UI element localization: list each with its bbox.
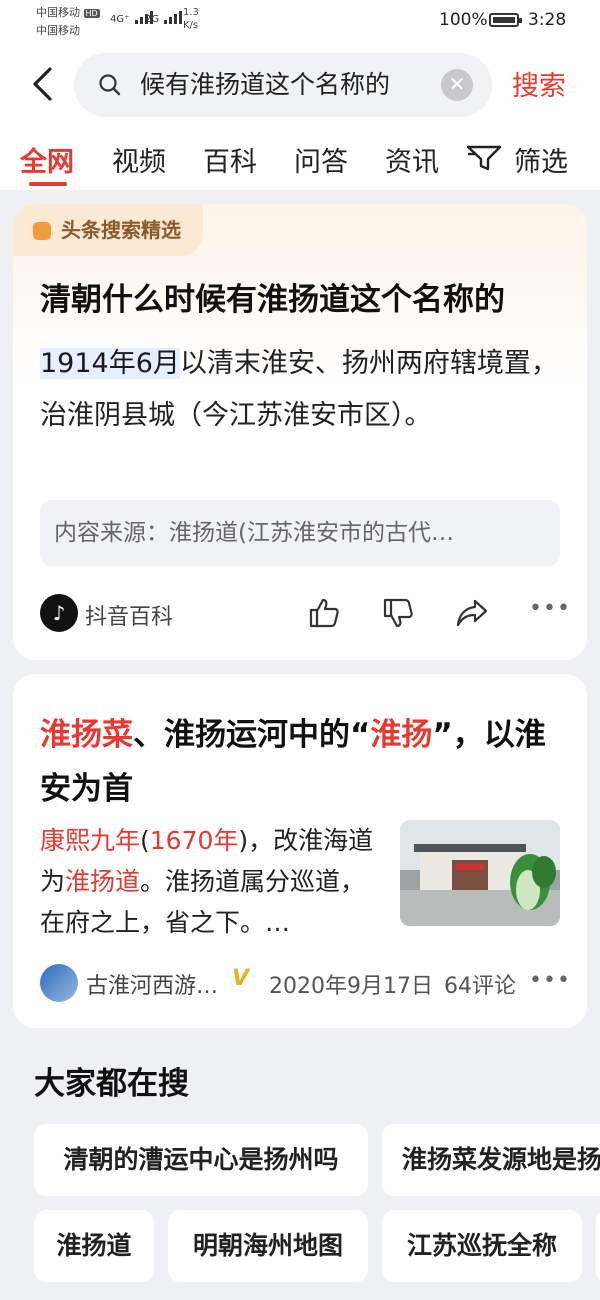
- thumbs-down-icon[interactable]: [381, 596, 415, 630]
- search-button[interactable]: 搜索: [512, 64, 566, 103]
- carrier-2: 中国移动: [36, 24, 80, 37]
- speed-value: 1.3: [183, 7, 199, 18]
- more-options-icon[interactable]: •••: [529, 968, 571, 993]
- publish-date: 2020年9月17日: [269, 974, 433, 999]
- content-source[interactable]: 内容来源：淮扬道(江苏淮安市的古代…: [40, 500, 560, 566]
- battery-fill: [493, 17, 515, 23]
- signal-2-label: 2G: [145, 14, 160, 25]
- summary-keyword-3: 淮扬道: [65, 867, 141, 896]
- more-options-icon[interactable]: •••: [529, 596, 571, 621]
- answer-text: 1914年6月以清末淮安、扬州两府辖境置，治淮阴县城（今江苏淮安市区）。: [40, 338, 560, 442]
- summary-keyword-1: 康熙九年: [40, 826, 141, 855]
- top-bar: 中国移动 HD 中国移动 4G⁺ 2G 1.3 K/s 100% 3:28 ✕ …: [0, 0, 600, 190]
- title-keyword-1: 淮扬菜: [40, 717, 133, 753]
- article-title[interactable]: 淮扬菜、淮扬运河中的“淮扬”，以淮安为首: [40, 708, 570, 816]
- status-bar: 中国移动 HD 中国移动 4G⁺ 2G 1.3 K/s 100% 3:28: [0, 0, 600, 44]
- answer-highlight: 1914年6月: [40, 348, 180, 379]
- tab-encyclopedia[interactable]: 百科: [203, 140, 257, 179]
- popular-search-chip[interactable]: 淮扬菜发源地是扬: [382, 1124, 600, 1196]
- battery-icon: [489, 13, 522, 27]
- article-thumbnail[interactable]: [400, 820, 560, 926]
- speed-unit: K/s: [183, 20, 199, 31]
- popular-search-chip[interactable]: 清朝的漕运中心是扬州吗: [34, 1124, 368, 1196]
- badge-label: 头条搜索精选: [61, 218, 181, 242]
- active-tab-indicator: [29, 182, 67, 186]
- verified-badge-icon: V: [232, 966, 250, 991]
- popular-search-chip[interactable]: 明朝海州地图: [168, 1210, 368, 1282]
- battery-percent: 100%: [439, 10, 488, 30]
- popular-search-chip[interactable]: 淮扬道: [34, 1210, 154, 1282]
- search-input[interactable]: [140, 53, 446, 117]
- network-speed: 1.3 K/s: [183, 6, 199, 32]
- clock: 3:28: [528, 10, 567, 30]
- carrier-1: 中国移动: [36, 6, 80, 19]
- popular-search-chip[interactable]: 江苏巡抚全称: [382, 1210, 582, 1282]
- comment-count[interactable]: 64评论: [444, 968, 516, 1000]
- douyin-logo-icon: ♪: [40, 594, 78, 632]
- featured-answer-card[interactable]: 头条搜索精选 清朝什么时候有淮扬道这个名称的 1914年6月以清末淮安、扬州两府…: [13, 204, 587, 660]
- popular-search-chip-partial[interactable]: [596, 1210, 600, 1282]
- back-arrow-icon[interactable]: [26, 66, 62, 102]
- tab-video[interactable]: 视频: [112, 140, 166, 179]
- tab-bar: 全网 视频 百科 问答 资讯 筛选: [0, 134, 600, 190]
- signal-1-label: 4G⁺: [110, 14, 130, 25]
- answer-title[interactable]: 清朝什么时候有淮扬道这个名称的: [40, 274, 505, 319]
- source-name[interactable]: 抖音百科: [85, 599, 173, 631]
- tab-qa[interactable]: 问答: [294, 140, 348, 179]
- author-avatar[interactable]: [40, 964, 78, 1002]
- thumbs-up-icon[interactable]: [307, 596, 341, 630]
- filter-icon: [466, 145, 502, 171]
- author-name[interactable]: 古淮河西游…: [86, 968, 218, 1000]
- tab-news[interactable]: 资讯: [385, 140, 439, 179]
- clear-search-button[interactable]: ✕: [441, 69, 473, 101]
- tab-all[interactable]: 全网: [20, 140, 74, 179]
- signal-2: 2G: [145, 10, 184, 25]
- summary-keyword-2: 1670年: [149, 826, 239, 855]
- title-text-1: 、淮扬运河中的“: [133, 717, 371, 753]
- share-icon[interactable]: [455, 596, 489, 630]
- signal-bars-icon: [164, 11, 183, 24]
- museum-photo-image: [400, 820, 560, 926]
- featured-badge: 头条搜索精选: [13, 204, 203, 256]
- search-box[interactable]: ✕: [74, 53, 492, 117]
- hd-badge: HD: [83, 9, 100, 18]
- filter-label: 筛选: [514, 147, 568, 178]
- summary-text-1: (: [140, 826, 150, 855]
- close-icon: ✕: [448, 72, 466, 96]
- title-keyword-2: 淮扬: [370, 717, 433, 753]
- carrier-info: 中国移动 HD 中国移动: [36, 4, 100, 39]
- toutiao-badge-icon: [33, 222, 51, 240]
- popular-searches-title: 大家都在搜: [34, 1066, 189, 1102]
- article-card[interactable]: 淮扬菜、淮扬运河中的“淮扬”，以淮安为首 康熙九年(1670年)，改淮海道为淮扬…: [13, 674, 587, 1028]
- article-summary: 康熙九年(1670年)，改淮海道为淮扬道。淮扬道属分巡道，在府之上，省之下。…: [40, 820, 380, 943]
- search-icon: [99, 74, 121, 96]
